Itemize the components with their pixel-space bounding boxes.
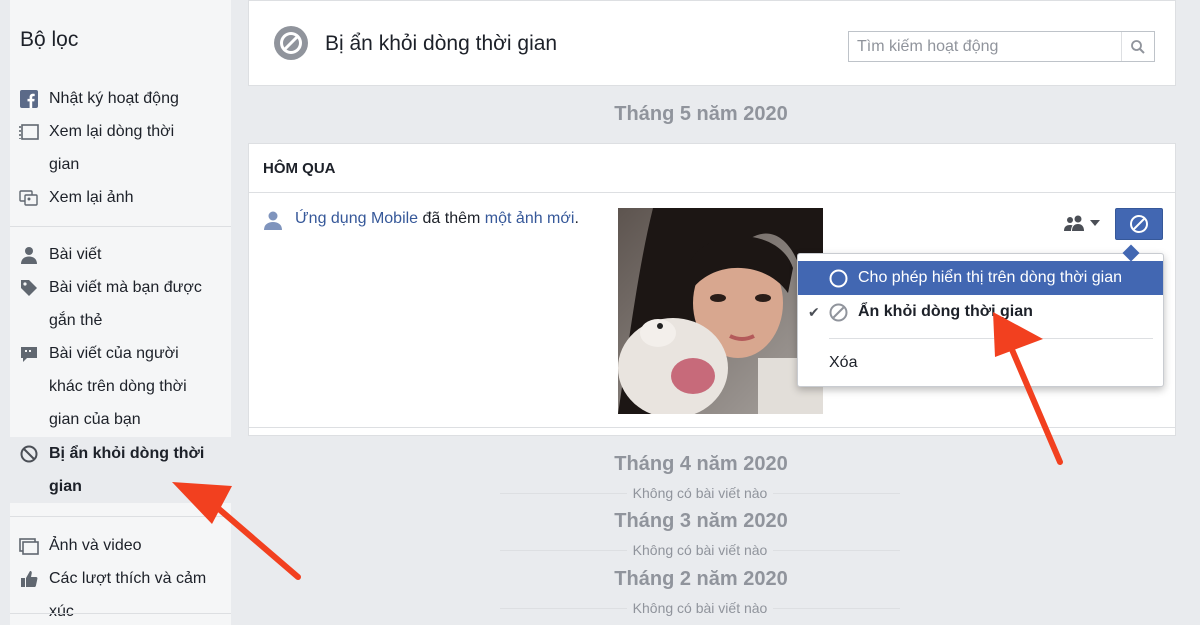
sidebar-item-timeline-review[interactable]: Xem lại dòng thời	[10, 115, 231, 148]
sidebar-item-label: khác trên dòng thời	[49, 378, 187, 395]
sidebar-item-label: gian	[49, 156, 80, 173]
month-heading: Tháng 2 năm 2020	[614, 568, 788, 590]
menu-item-label: Xóa	[829, 354, 858, 371]
hidden-icon	[19, 445, 39, 463]
audience-selector[interactable]	[1060, 208, 1104, 238]
page-title: Bị ẩn khỏi dòng thời gian	[325, 32, 558, 55]
sidebar-item-label: Bị ẩn khỏi dòng thời	[49, 445, 205, 462]
sidebar-divider	[10, 516, 231, 517]
sidebar-item-tagged-posts[interactable]: Bài viết mà bạn được	[10, 271, 231, 304]
sidebar-item-others-posts[interactable]: Bài viết của người	[10, 337, 231, 370]
month-heading: Tháng 4 năm 2020	[614, 453, 788, 475]
menu-divider	[829, 338, 1153, 339]
sidebar-item-tagged-posts-cont[interactable]: gắn thẻ	[10, 304, 231, 337]
empty-text: Không có bài viết nào	[626, 485, 774, 501]
actor-link[interactable]: Ứng dụng Mobile	[295, 210, 418, 227]
month-heading: Tháng 3 năm 2020	[614, 510, 788, 532]
sidebar-item-label: Bài viết	[49, 246, 102, 263]
post-photo[interactable]	[618, 208, 823, 414]
timeline-visibility-button[interactable]	[1115, 208, 1163, 240]
hidden-icon	[1130, 215, 1148, 233]
timeline-review-icon	[19, 123, 39, 141]
month-heading: Tháng 5 năm 2020	[614, 103, 788, 125]
empty-month-row: Không có bài viết nào	[500, 598, 900, 618]
visibility-dropdown-menu: Cho phép hiển thị trên dòng thời gian ✔ …	[797, 244, 1164, 387]
empty-text: Không có bài viết nào	[626, 542, 774, 558]
sidebar-item-timeline-review-cont[interactable]: gian	[10, 148, 231, 181]
empty-text: Không có bài viết nào	[626, 600, 774, 616]
comment-icon	[19, 345, 39, 363]
object-link[interactable]: một ảnh mới	[485, 210, 575, 227]
sidebar: Bộ lọc Nhật ký hoạt động Xem lại dòng th…	[10, 0, 231, 625]
sidebar-item-activity-log[interactable]: Nhật ký hoạt động	[10, 82, 231, 115]
sidebar-item-label: Ảnh và video	[49, 537, 142, 554]
section-header: HÔM QUA	[249, 144, 1175, 193]
sidebar-item-label: gian của bạn	[49, 411, 141, 428]
sidebar-item-label: Bài viết mà bạn được	[49, 279, 202, 296]
sidebar-item-label: gắn thẻ	[49, 312, 103, 329]
sidebar-item-others-posts-cont2[interactable]: gian của bạn	[10, 403, 231, 436]
photos-videos-icon	[19, 537, 39, 555]
hidden-icon	[829, 303, 848, 322]
sidebar-item-posts[interactable]: Bài viết	[10, 238, 231, 271]
sidebar-item-photos-videos[interactable]: Ảnh và video	[10, 529, 231, 562]
empty-month-row: Không có bài viết nào	[500, 540, 900, 560]
story-verb: đã thêm	[422, 210, 481, 227]
search-icon	[1131, 39, 1145, 54]
sidebar-item-label: gian	[49, 478, 82, 495]
person-icon	[264, 211, 282, 230]
chevron-down-icon	[1090, 220, 1100, 226]
sidebar-item-likes-reactions-cont[interactable]: xúc	[10, 595, 231, 625]
menu-item-label: Cho phép hiển thị trên dòng thời gian	[858, 269, 1123, 286]
hidden-icon	[274, 26, 308, 60]
search-button[interactable]	[1121, 32, 1154, 61]
facebook-icon	[19, 90, 39, 108]
menu-item-delete[interactable]: Xóa	[798, 346, 1163, 380]
sidebar-item-label: Xem lại dòng thời	[49, 123, 175, 140]
sidebar-item-label: Xem lại ảnh	[49, 189, 134, 206]
like-icon	[19, 570, 39, 588]
friends-icon	[1064, 215, 1084, 231]
circle-icon	[829, 269, 848, 288]
sidebar-item-label: Bài viết của người	[49, 345, 179, 362]
sidebar-item-label: Các lượt thích và cảm	[49, 570, 207, 587]
photo-image	[618, 208, 823, 414]
sidebar-item-label: Nhật ký hoạt động	[49, 90, 179, 107]
sidebar-title: Bộ lọc	[20, 28, 79, 51]
search-box	[848, 31, 1155, 62]
sidebar-item-label: xúc	[49, 603, 74, 620]
story-text: Ứng dụng Mobile đã thêm một ảnh mới.	[295, 208, 585, 230]
tag-icon	[19, 279, 39, 297]
header-card: Bị ẩn khỏi dòng thời gian	[248, 0, 1176, 86]
sidebar-item-others-posts-cont[interactable]: khác trên dòng thời	[10, 370, 231, 403]
story-period: .	[574, 210, 579, 227]
search-input[interactable]	[849, 32, 1119, 61]
menu-item-allow-on-timeline[interactable]: Cho phép hiển thị trên dòng thời gian	[798, 261, 1163, 295]
empty-month-row: Không có bài viết nào	[500, 483, 900, 503]
menu-item-label: Ẩn khỏi dòng thời gian	[858, 303, 1033, 320]
checkmark-icon: ✔	[808, 304, 820, 320]
sidebar-item-photo-review[interactable]: Xem lại ảnh	[10, 181, 231, 214]
card-divider	[249, 427, 1175, 428]
photo-review-icon	[19, 189, 39, 207]
sidebar-divider	[10, 613, 231, 614]
person-icon	[19, 246, 39, 264]
sidebar-item-likes-reactions[interactable]: Các lượt thích và cảm	[10, 562, 231, 595]
sidebar-item-hidden-from-timeline[interactable]: Bị ẩn khỏi dòng thời gian	[10, 437, 231, 503]
sidebar-divider	[10, 226, 231, 227]
menu-item-hide-from-timeline[interactable]: ✔ Ẩn khỏi dòng thời gian	[798, 295, 1163, 329]
